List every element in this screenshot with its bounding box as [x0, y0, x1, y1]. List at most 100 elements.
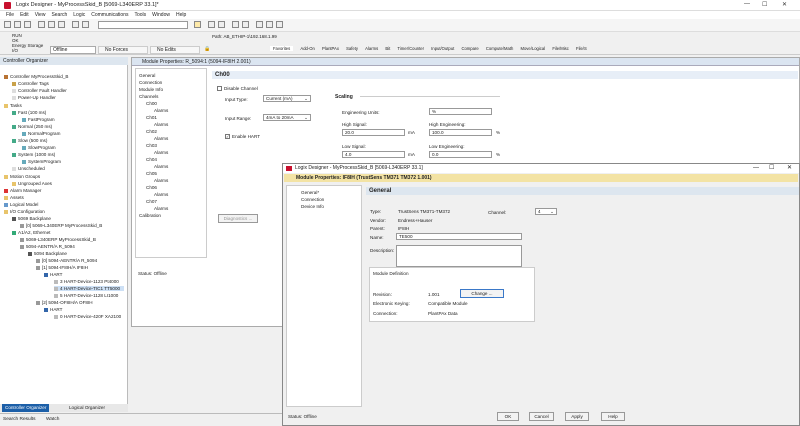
tab-io[interactable]: Input/Output	[431, 46, 454, 51]
tree-hart-device-5[interactable]: 5 HART-Device-1128 LI1000	[54, 293, 118, 298]
tab-move[interactable]: Move/Logical	[520, 46, 545, 51]
tree-controller-tags[interactable]: Controller Tags	[12, 81, 49, 86]
minimize-icon[interactable]: —	[753, 164, 759, 173]
tree-alarm-manager[interactable]: Alarm Manager	[4, 188, 41, 193]
menu-search[interactable]: Search	[51, 12, 67, 18]
tree-motion-groups[interactable]: Motion Groups	[4, 174, 40, 179]
comm-path[interactable]: Path: AB_ETHIP-1\192.168.1.99	[212, 34, 277, 39]
nav-ch02[interactable]: Ch02	[146, 129, 157, 134]
menu-communications[interactable]: Communications	[91, 12, 128, 18]
cancel-button[interactable]: Cancel	[529, 412, 554, 421]
search-combo[interactable]	[98, 21, 188, 29]
tree-5094-slot0[interactable]: [0] 5094-AENTR/A R_5094	[36, 258, 97, 263]
nav-general[interactable]: General*	[301, 190, 319, 195]
tab-bit[interactable]: Bit	[385, 46, 390, 51]
settings-icon[interactable]	[242, 21, 249, 28]
mode-field[interactable]: Offline	[50, 46, 96, 54]
nav-device-info[interactable]: Device Info	[301, 204, 324, 209]
nav-alarms[interactable]: Alarms	[154, 206, 168, 211]
tree-5069-slot0[interactable]: [0] 5069-L340ERP MyProcessSkid_B	[20, 223, 102, 228]
tab-plantpax[interactable]: PlantPAx	[322, 46, 339, 51]
save-icon[interactable]	[24, 21, 31, 28]
nav-module-info[interactable]: Module Info	[139, 87, 163, 92]
tab-files[interactable]: File/S	[576, 46, 587, 51]
nav-channels[interactable]: Channels	[139, 94, 158, 99]
input-type-select[interactable]: Current (mA) ⌄	[263, 95, 311, 102]
tree-5094-slot1[interactable]: [1] 5094-IF8IH/A IF8IH	[36, 265, 88, 270]
nav-alarms[interactable]: Alarms	[154, 108, 168, 113]
verify-icon[interactable]	[208, 21, 215, 28]
input-range-select[interactable]: 4mA to 20mA ⌄	[263, 114, 311, 121]
tree-task-slow[interactable]: Slow (500 ms)	[12, 138, 47, 143]
undo-icon[interactable]	[72, 21, 79, 28]
open-icon[interactable]	[14, 21, 21, 28]
tree-task-fast[interactable]: Fast (100 ms)	[12, 110, 46, 115]
nav-ch00[interactable]: Ch00	[146, 101, 157, 106]
high-eng-field[interactable]: 100.0	[429, 129, 492, 136]
tree-ethernet-controller[interactable]: 5069-L340ERP MyProcessSkid_B	[20, 237, 96, 242]
nav-ch03[interactable]: Ch03	[146, 143, 157, 148]
tree-aentr[interactable]: 5094-AENTR/A R_5094	[20, 244, 75, 249]
tree-logical-model[interactable]: Logical Model	[4, 202, 38, 207]
tree-assets[interactable]: Assets	[4, 195, 24, 200]
tree-5094-slot2[interactable]: [2] 5094-OF8IH/A OF8IH	[36, 300, 93, 305]
apply-button[interactable]: Apply	[565, 412, 589, 421]
tree-hart-device-0[interactable]: 0 HART-Device-420F XA2100	[54, 314, 121, 319]
redo-icon[interactable]	[82, 21, 89, 28]
tree-program-system[interactable]: SystemProgram	[22, 159, 61, 164]
minimize-icon[interactable]: —	[744, 1, 750, 7]
nav-ch01[interactable]: Ch01	[146, 115, 157, 120]
channel-select[interactable]: 4 ⌄	[535, 208, 557, 215]
nav-alarms[interactable]: Alarms	[154, 192, 168, 197]
menu-view[interactable]: View	[35, 12, 46, 18]
tree-5094-backplane[interactable]: 5094 Backplane	[28, 251, 67, 256]
diagnostics-button[interactable]: Diagnostics ...	[218, 214, 258, 223]
menu-help[interactable]: Help	[176, 12, 186, 18]
tree-hart-device-4[interactable]: 4 HART-Device-TIC1 TT5000	[54, 286, 125, 291]
tree-ethernet[interactable]: A1/A2, Ethernet	[12, 230, 50, 235]
eng-units-field[interactable]: %	[429, 108, 492, 115]
help-icon[interactable]	[256, 21, 263, 28]
high-signal-field[interactable]: 20.0	[342, 129, 405, 136]
tree-task-normal[interactable]: Normal (250 ms)	[12, 124, 52, 129]
maximize-icon[interactable]: ☐	[762, 1, 767, 8]
help-button[interactable]: Help	[601, 412, 625, 421]
tab-search-results[interactable]: Search Results	[3, 417, 36, 422]
nav-ch05[interactable]: Ch05	[146, 171, 157, 176]
nav-ch07[interactable]: Ch07	[146, 199, 157, 204]
name-field[interactable]: TE500	[396, 233, 522, 240]
change-button[interactable]: Change ...	[460, 289, 504, 298]
nav-alarms[interactable]: Alarms	[154, 178, 168, 183]
new-icon[interactable]	[4, 21, 11, 28]
tab-compare[interactable]: Compare	[461, 46, 478, 51]
tree-hart-1[interactable]: HART	[44, 272, 62, 277]
menu-logic[interactable]: Logic	[73, 12, 85, 18]
tree-unscheduled[interactable]: Unscheduled	[12, 166, 45, 171]
tree-powerup-handler[interactable]: Power-Up Handler	[12, 95, 56, 100]
tab-watch[interactable]: Watch	[46, 417, 59, 422]
nav-alarms[interactable]: Alarms	[154, 150, 168, 155]
nav-ch04[interactable]: Ch04	[146, 157, 157, 162]
tree-io-config[interactable]: I/O Configuration	[4, 209, 45, 214]
menu-edit[interactable]: Edit	[20, 12, 29, 18]
tab-safety[interactable]: Safety	[346, 46, 358, 51]
disable-channel-checkbox[interactable]: Disable Channel	[217, 86, 258, 92]
close-icon[interactable]: ✕	[782, 1, 787, 8]
nav-connection[interactable]: Connection	[301, 197, 324, 202]
zoom-icon[interactable]	[218, 21, 225, 28]
online-icon[interactable]	[232, 21, 239, 28]
tab-favorites[interactable]: Favorites	[270, 46, 294, 51]
enable-hart-checkbox[interactable]: ✓ Enable HART	[225, 134, 260, 140]
nav-alarms[interactable]: Alarms	[154, 122, 168, 127]
tab-compute[interactable]: Compute/Math	[486, 46, 513, 51]
menu-window[interactable]: Window	[152, 12, 170, 18]
tree-program-fast[interactable]: FastProgram	[22, 117, 55, 122]
menu-tools[interactable]: Tools	[134, 12, 146, 18]
forces-field[interactable]: No Forces	[98, 46, 148, 54]
tree-5069-backplane[interactable]: 5069 Backplane	[12, 216, 51, 221]
tab-timer[interactable]: Timer/Counter	[397, 46, 424, 51]
low-eng-field[interactable]: 0.0	[429, 151, 492, 158]
edits-field[interactable]: No Edits	[150, 46, 200, 54]
nav-connection[interactable]: Connection	[139, 80, 162, 85]
graph-icon[interactable]	[266, 21, 273, 28]
